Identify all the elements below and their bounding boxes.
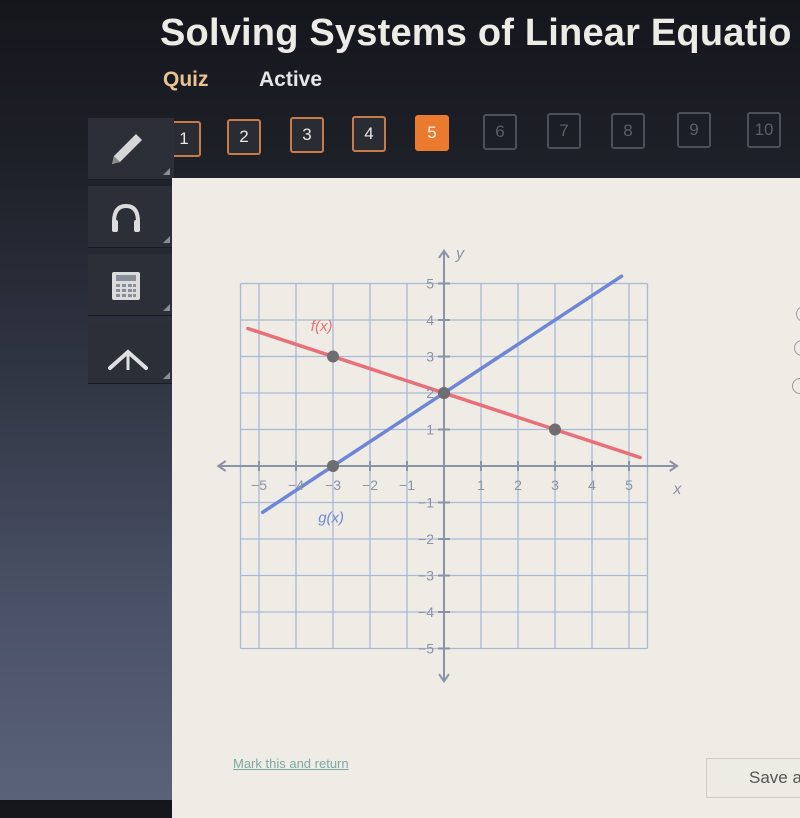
mark-and-return-link[interactable]: Mark this and return <box>233 756 349 771</box>
question-button-9: 9 <box>677 112 711 148</box>
data-point <box>549 423 561 436</box>
series-label: g(x) <box>318 510 344 527</box>
y-tick-label: −2 <box>418 531 434 547</box>
x-tick-label: 2 <box>514 477 522 493</box>
y-tick-label: 3 <box>426 349 434 365</box>
question-navigation: 1 2 3 4 5 6 7 8 9 10 <box>167 112 800 170</box>
data-point <box>327 460 339 472</box>
y-tick-label: −4 <box>418 604 434 620</box>
expand-corner-icon <box>163 236 170 243</box>
axes <box>216 248 679 684</box>
x-axis-label: x <box>672 481 682 498</box>
y-tick-label: 1 <box>426 422 434 438</box>
y-tick-label: −3 <box>418 568 434 584</box>
tab-quiz[interactable]: Quiz <box>163 68 209 92</box>
pencil-tool-button[interactable] <box>88 118 174 180</box>
x-tick-label: 1 <box>477 477 485 493</box>
question-button-5[interactable]: 5 <box>415 115 449 151</box>
question-button-2[interactable]: 2 <box>227 119 261 155</box>
page-title: Solving Systems of Linear Equatio <box>160 12 792 54</box>
headphones-icon <box>112 203 140 232</box>
question-button-3[interactable]: 3 <box>290 117 324 153</box>
y-tick-label: 5 <box>426 276 434 292</box>
question-button-7: 7 <box>547 113 581 149</box>
question-panel: −5 −4 −3 −2 −1 1 2 3 4 5 −5 −4 −3 −2 −1 1 2 3 4 5 x y f(x) g(x) <box>172 178 800 818</box>
y-tick-label: 4 <box>426 312 434 328</box>
y-tick-label: −5 <box>418 641 434 657</box>
x-tick-label: 4 <box>588 477 596 493</box>
reference-icon <box>108 349 148 370</box>
reference-tool-button[interactable] <box>88 322 174 384</box>
expand-corner-icon <box>163 304 170 311</box>
x-tick-label: −5 <box>251 477 267 493</box>
x-tick-label: −3 <box>325 477 341 493</box>
data-point <box>438 387 450 399</box>
y-axis-label: y <box>455 245 465 262</box>
question-button-4[interactable]: 4 <box>352 116 386 152</box>
series-label: f(x) <box>311 318 333 335</box>
expand-corner-icon <box>163 168 170 175</box>
x-tick-label: 5 <box>625 477 633 493</box>
question-button-10: 10 <box>747 112 781 148</box>
data-point <box>327 350 339 363</box>
expand-corner-icon <box>163 372 170 379</box>
y-tick-label: 2 <box>426 385 434 401</box>
x-tick-label: −2 <box>362 477 378 493</box>
y-tick-label: −1 <box>418 495 434 511</box>
x-tick-label: −1 <box>399 477 415 493</box>
x-tick-label: −4 <box>288 477 304 493</box>
pencil-icon <box>112 134 142 164</box>
question-button-8: 8 <box>611 113 645 149</box>
calculator-tool-button[interactable] <box>88 254 174 316</box>
coordinate-graph: −5 −4 −3 −2 −1 1 2 3 4 5 −5 −4 −3 −2 −1 1 2 3 4 5 x y f(x) g(x) <box>216 245 682 684</box>
save-and-exit-button[interactable]: Save a <box>706 758 800 798</box>
calculator-icon <box>112 272 140 300</box>
question-button-6: 6 <box>483 114 517 150</box>
tab-active[interactable]: Active <box>259 68 322 92</box>
x-tick-label: 3 <box>551 477 559 493</box>
audio-tool-button[interactable] <box>88 186 174 248</box>
